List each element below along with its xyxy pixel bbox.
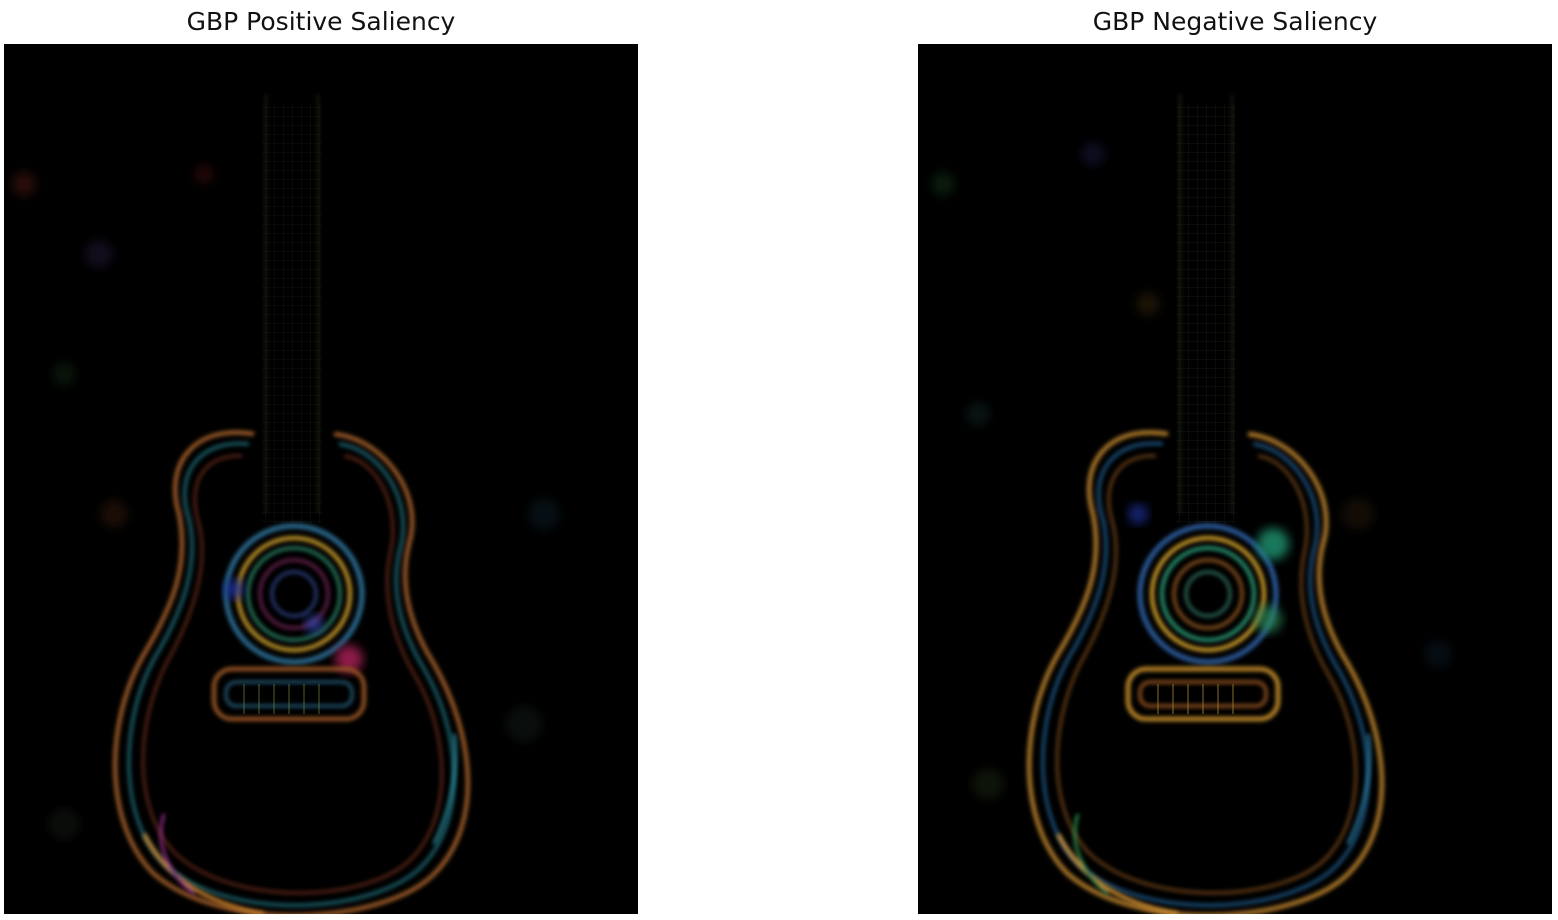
positive-saliency-drawing bbox=[4, 44, 638, 914]
panel-title-positive: GBP Positive Saliency bbox=[186, 7, 456, 36]
positive-saliency-image bbox=[4, 44, 638, 914]
negative-saliency-image bbox=[918, 44, 1552, 914]
negative-saliency-drawing bbox=[918, 44, 1552, 914]
panel-title-negative: GBP Negative Saliency bbox=[1092, 7, 1378, 36]
